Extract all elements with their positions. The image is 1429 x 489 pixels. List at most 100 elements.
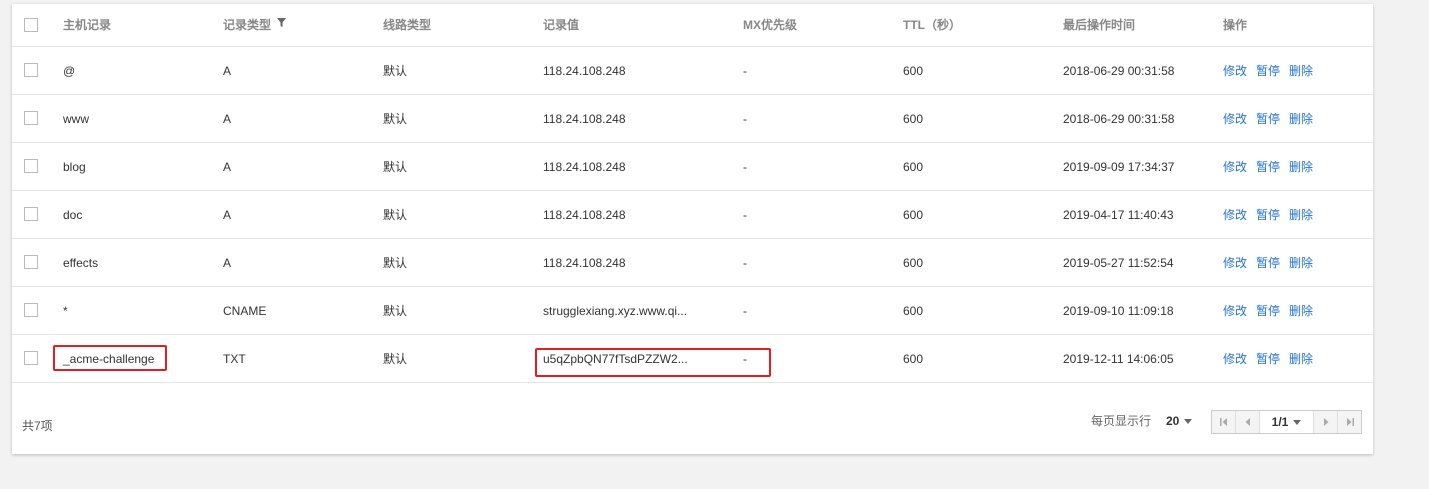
cell-ops: 修改 暂停 删除 — [1223, 95, 1322, 143]
table-row: * CNAME 默认 strugglexiang.xyz.www.qi... - 600 2… — [12, 287, 1373, 335]
prev-page-icon — [1245, 418, 1250, 426]
cell-type: A — [223, 112, 232, 126]
highlight-value-box — [535, 348, 771, 377]
header-type[interactable]: 记录类型 — [223, 2, 287, 47]
delete-link[interactable]: 删除 — [1289, 352, 1313, 366]
row-checkbox[interactable] — [24, 207, 38, 221]
cell-ttl: 600 — [903, 208, 924, 222]
cell-value: 118.24.108.248 — [543, 64, 626, 78]
cell-value: 118.24.108.248 — [543, 112, 626, 126]
cell-value: 118.24.108.248 — [543, 256, 626, 270]
per-page-select[interactable]: 20 — [1166, 398, 1193, 444]
cell-ttl: 600 — [903, 160, 924, 174]
delete-link[interactable]: 删除 — [1289, 256, 1313, 270]
cell-ops: 修改 暂停 删除 — [1223, 335, 1322, 383]
pagination: 1/1 — [1211, 410, 1362, 434]
cell-mx: - — [743, 112, 747, 126]
cell-time: 2018-06-29 00:31:58 — [1063, 112, 1175, 126]
edit-link[interactable]: 修改 — [1223, 256, 1247, 270]
cell-ttl: 600 — [903, 112, 924, 126]
row-checkbox[interactable] — [24, 351, 38, 365]
cell-time: 2019-04-17 11:40:43 — [1063, 208, 1174, 222]
per-page-value: 20 — [1166, 414, 1180, 428]
row-checkbox[interactable] — [24, 303, 38, 317]
first-page-button[interactable] — [1212, 411, 1236, 433]
cell-type: A — [223, 64, 232, 78]
cell-line: 默认 — [383, 256, 408, 270]
page-indicator-select[interactable]: 1/1 — [1260, 411, 1313, 433]
cell-type: TXT — [223, 352, 246, 366]
cell-mx: - — [743, 208, 747, 222]
row-checkbox[interactable] — [24, 159, 38, 173]
header-host: 主机记录 — [63, 18, 112, 32]
cell-type: A — [223, 208, 232, 222]
cell-type: CNAME — [223, 304, 267, 318]
delete-link[interactable]: 删除 — [1289, 64, 1313, 78]
cell-line: 默认 — [383, 208, 408, 222]
cell-value: 118.24.108.248 — [543, 208, 626, 222]
filter-icon[interactable] — [277, 2, 287, 45]
pause-link[interactable]: 暂停 — [1256, 352, 1280, 366]
header-line: 线路类型 — [383, 18, 432, 32]
cell-type: A — [223, 160, 232, 174]
cell-time: 2019-12-11 14:06:05 — [1063, 352, 1174, 366]
header-time: 最后操作时间 — [1063, 18, 1136, 32]
prev-page-button[interactable] — [1236, 411, 1260, 433]
header-mx: MX优先级 — [743, 18, 798, 32]
chevron-down-icon — [1293, 419, 1302, 425]
highlight-host-box — [53, 345, 167, 371]
cell-host: effects — [63, 256, 99, 270]
pause-link[interactable]: 暂停 — [1256, 208, 1280, 222]
table-row: doc A 默认 118.24.108.248 - 600 2019-04-17 11:40… — [12, 191, 1373, 239]
dns-records-panel: 主机记录 记录类型 线路类型 记录值 MX优先级 TTL（秒） 最后操作时间 操… — [12, 4, 1373, 454]
next-page-icon — [1323, 418, 1328, 426]
cell-ops: 修改 暂停 删除 — [1223, 191, 1322, 239]
pause-link[interactable]: 暂停 — [1256, 64, 1280, 78]
row-checkbox[interactable] — [24, 63, 38, 77]
edit-link[interactable]: 修改 — [1223, 64, 1247, 78]
delete-link[interactable]: 删除 — [1289, 208, 1313, 222]
row-checkbox[interactable] — [24, 111, 38, 125]
cell-value: strugglexiang.xyz.www.qi... — [543, 304, 688, 318]
next-page-button[interactable] — [1313, 411, 1337, 433]
table-row: blog A 默认 118.24.108.248 - 600 2019-09-09 17:3… — [12, 143, 1373, 191]
cell-ops: 修改 暂停 删除 — [1223, 143, 1322, 191]
cell-line: 默认 — [383, 160, 408, 174]
cell-host: blog — [63, 160, 86, 174]
row-checkbox[interactable] — [24, 255, 38, 269]
edit-link[interactable]: 修改 — [1223, 208, 1247, 222]
edit-link[interactable]: 修改 — [1223, 304, 1247, 318]
edit-link[interactable]: 修改 — [1223, 352, 1247, 366]
table-row: @ A 默认 118.24.108.248 - 600 2018-06-29 00:31:5… — [12, 47, 1373, 95]
cell-line: 默认 — [383, 64, 408, 78]
pause-link[interactable]: 暂停 — [1256, 304, 1280, 318]
header-ttl: TTL（秒） — [903, 18, 961, 32]
delete-link[interactable]: 删除 — [1289, 304, 1313, 318]
last-page-button[interactable] — [1337, 411, 1361, 433]
table-row: www A 默认 118.24.108.248 - 600 2018-06-29 00:31… — [12, 95, 1373, 143]
cell-mx: - — [743, 64, 747, 78]
cell-mx: - — [743, 160, 747, 174]
edit-link[interactable]: 修改 — [1223, 160, 1247, 174]
edit-link[interactable]: 修改 — [1223, 112, 1247, 126]
cell-host: doc — [63, 208, 83, 222]
last-page-icon — [1346, 418, 1354, 426]
delete-link[interactable]: 删除 — [1289, 112, 1313, 126]
select-all-checkbox[interactable] — [24, 18, 38, 32]
chevron-down-icon — [1184, 419, 1193, 425]
pause-link[interactable]: 暂停 — [1256, 256, 1280, 270]
cell-ops: 修改 暂停 删除 — [1223, 287, 1322, 335]
delete-link[interactable]: 删除 — [1289, 160, 1313, 174]
table-row: effects A 默认 118.24.108.248 - 600 2019-05-27 1… — [12, 239, 1373, 287]
cell-ttl: 600 — [903, 64, 924, 78]
per-page-label: 每页显示行 — [1091, 414, 1152, 428]
cell-line: 默认 — [383, 112, 408, 126]
pause-link[interactable]: 暂停 — [1256, 112, 1280, 126]
pause-link[interactable]: 暂停 — [1256, 160, 1280, 174]
table-footer: 共7项 每页显示行 20 1/1 — [12, 398, 1373, 454]
cell-ops: 修改 暂停 删除 — [1223, 47, 1322, 95]
cell-line: 默认 — [383, 352, 408, 366]
page-indicator: 1/1 — [1271, 415, 1289, 429]
header-value: 记录值 — [543, 18, 580, 32]
cell-ttl: 600 — [903, 304, 924, 318]
